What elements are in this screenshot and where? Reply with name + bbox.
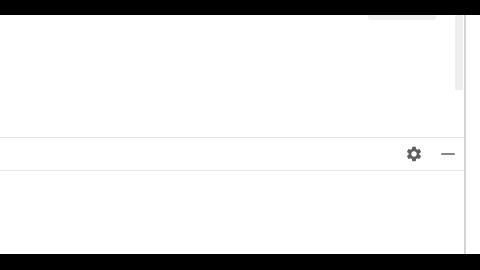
minimize-icon — [441, 153, 455, 155]
scrollbar-thumb[interactable] — [455, 15, 463, 90]
top-content-pane — [0, 15, 466, 137]
gear-icon — [406, 146, 422, 162]
settings-button[interactable] — [404, 144, 424, 164]
top-tab-edge — [368, 15, 436, 20]
panel-body — [0, 171, 464, 254]
right-gutter — [466, 15, 480, 254]
minimize-button[interactable] — [438, 144, 458, 164]
app-window — [0, 15, 480, 254]
panel-header — [0, 137, 464, 171]
